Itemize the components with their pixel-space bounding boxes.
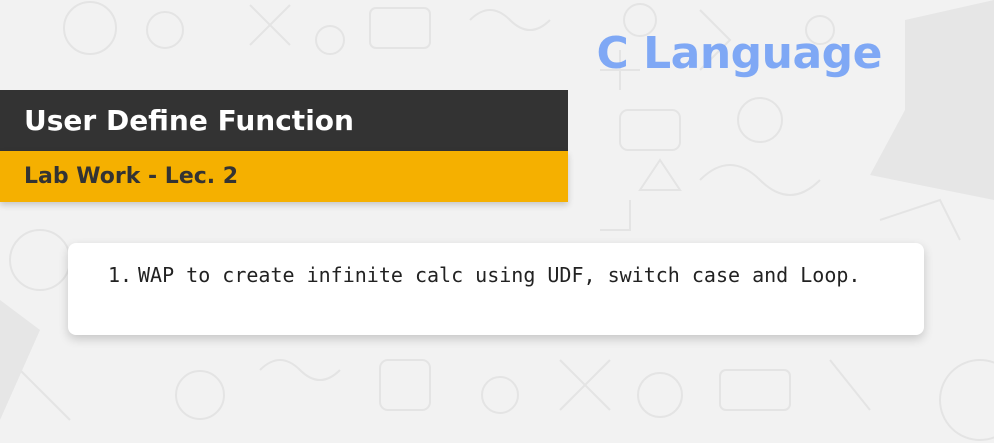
- topic-banner: User Define Function: [0, 90, 568, 151]
- task-number: 1.: [108, 263, 133, 287]
- lecture-subtitle: Lab Work - Lec. 2: [24, 164, 239, 189]
- course-title: C Language: [596, 28, 882, 79]
- topic-title: User Define Function: [24, 104, 354, 137]
- task-text: WAP to create infinite calc using UDF, s…: [138, 263, 861, 287]
- task-card: 1. WAP to create infinite calc using UDF…: [68, 243, 924, 335]
- task-list: 1. WAP to create infinite calc using UDF…: [108, 260, 904, 290]
- task-item: 1. WAP to create infinite calc using UDF…: [108, 260, 904, 290]
- subtitle-banner: Lab Work - Lec. 2: [0, 151, 568, 202]
